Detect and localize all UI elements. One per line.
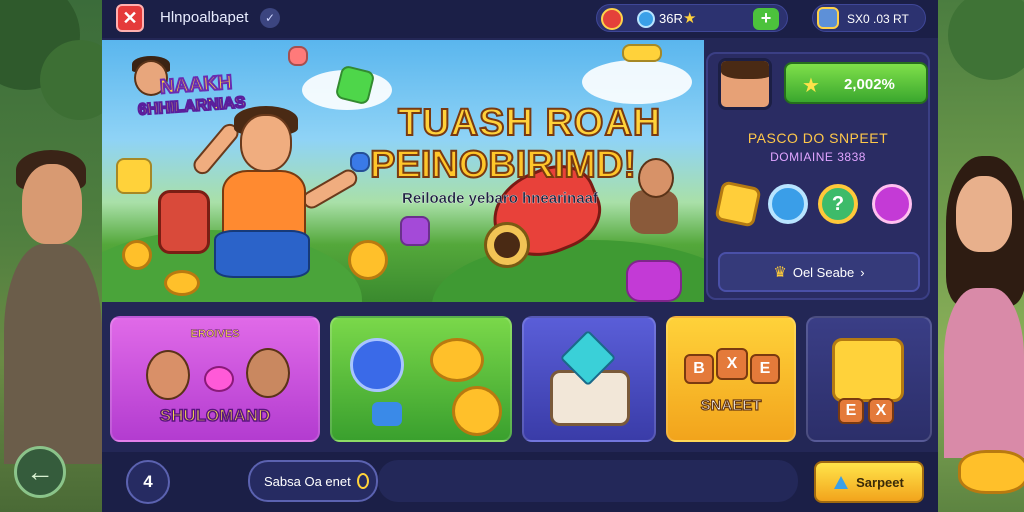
character-face xyxy=(956,176,1012,252)
close-icon: ✕ xyxy=(122,7,138,28)
search-field-label: Sabsa Oa enet xyxy=(264,473,351,489)
reward-gold-icon[interactable] xyxy=(714,180,762,228)
gem-icon xyxy=(637,10,655,28)
gem-gold xyxy=(622,44,662,62)
tile-orb xyxy=(350,338,404,392)
tile-crate: E xyxy=(750,354,780,384)
arrow-left-icon: ← xyxy=(26,456,54,487)
profile-pill[interactable]: SX0 .03 RT xyxy=(812,4,926,32)
score-badge: ★ 2,002% xyxy=(784,62,928,104)
hero-face xyxy=(240,114,292,172)
card-subtitle: DOMIAINE 3838 xyxy=(770,150,866,164)
triangle-icon xyxy=(834,475,849,489)
coin xyxy=(348,240,388,280)
tile-crate: X xyxy=(868,398,894,424)
coin xyxy=(122,240,152,270)
tile-crate: E xyxy=(838,398,864,424)
gem-purple xyxy=(400,216,430,246)
game-tile-3[interactable] xyxy=(522,316,656,442)
arrow-right-icon: › xyxy=(860,264,865,280)
currency-bar: 36R ★ + xyxy=(596,4,788,32)
tree-foliage xyxy=(948,0,1024,80)
tile-coin xyxy=(430,338,484,382)
rocket-core xyxy=(494,232,520,258)
star-icon: ★ xyxy=(802,75,820,97)
level-button[interactable]: 4 xyxy=(126,460,170,504)
banner-headline-2: PEINOBIRIMD! xyxy=(369,143,637,187)
card-action-button[interactable]: ♛ Oel Seabe › xyxy=(718,252,920,292)
bottom-bar: 4 Sabsa Oa enet Sarpeet xyxy=(102,452,938,512)
ring-icon xyxy=(356,473,369,489)
left-scenery xyxy=(0,0,102,512)
card-action-label: Oel Seabe xyxy=(792,264,855,280)
profile-icon xyxy=(817,7,839,29)
gem-gold xyxy=(116,158,152,194)
app-title: Hlnpoalbapet xyxy=(160,9,249,26)
character-body xyxy=(944,288,1024,458)
character-face xyxy=(22,164,82,244)
avatar-hair xyxy=(721,61,769,79)
logo-text-bottom: 6HHILARNIAS xyxy=(137,93,247,119)
tile-top-label: EROIVES xyxy=(190,328,240,341)
plus-icon: + xyxy=(760,8,772,28)
tile-cube xyxy=(832,338,904,402)
game-tile-4[interactable]: B X E SNAEET xyxy=(666,316,796,442)
hero-gadget xyxy=(158,190,210,254)
tile-character xyxy=(146,350,190,400)
crown-icon: ♛ xyxy=(773,264,787,281)
character-body xyxy=(4,244,102,464)
tile-gem xyxy=(372,402,402,426)
coin xyxy=(164,270,200,296)
star-icon: ★ xyxy=(683,10,697,27)
gem-purple xyxy=(626,260,682,302)
search-field[interactable]: Sabsa Oa enet xyxy=(248,460,378,502)
cloud xyxy=(582,60,692,104)
top-bar: ✕ Hlnpoalbapet ✓ 36R ★ + SX0 .03 RT xyxy=(102,0,938,38)
tile-bottom-label: SHULOMAND xyxy=(159,405,271,426)
coin-stack xyxy=(958,450,1024,494)
close-button[interactable]: ✕ xyxy=(116,4,144,32)
game-logo: NAAKH 6HHILARNIAS xyxy=(116,52,247,124)
tile-character xyxy=(246,348,290,398)
check-icon: ✓ xyxy=(260,8,280,28)
game-tile-2[interactable] xyxy=(330,316,512,442)
gem-blue xyxy=(350,152,370,172)
sidekick-face xyxy=(638,158,674,198)
score-value: 2,002% xyxy=(844,76,895,93)
reward-question-icon[interactable]: ? xyxy=(818,184,858,224)
hero-pants xyxy=(214,230,310,278)
hero-arm xyxy=(299,166,361,212)
profile-value: SX0 .03 RT xyxy=(847,12,909,26)
game-tile-1[interactable]: EROIVES SHULOMAND xyxy=(110,316,320,442)
play-button[interactable]: Sarpeet xyxy=(814,461,924,503)
back-button[interactable]: ← xyxy=(14,446,66,498)
tile-candy xyxy=(204,366,234,392)
hero-banner[interactable]: NAAKH 6HHILARNIAS TUASH ROAH PEINOBIRIMD… xyxy=(102,40,704,302)
gem-red xyxy=(288,46,308,66)
banner-subline: Reiloade yebaro hnearinaaf xyxy=(402,190,598,207)
game-panel: ✕ Hlnpoalbapet ✓ 36R ★ + SX0 .03 RT NAAK… xyxy=(102,0,938,512)
ruby-icon xyxy=(601,8,623,30)
tile-crate: X xyxy=(716,348,748,380)
currency-value: 36R xyxy=(659,11,683,26)
tile-bottom-label: SNAEET xyxy=(700,396,762,414)
reward-orb-icon[interactable] xyxy=(872,184,912,224)
avatar[interactable] xyxy=(718,58,772,110)
add-currency-button[interactable]: + xyxy=(753,8,779,30)
card-title: PASCO DO SNPEET xyxy=(747,130,889,146)
reward-ring-icon[interactable] xyxy=(768,184,808,224)
right-scenery xyxy=(938,0,1024,512)
search-track xyxy=(378,460,798,502)
game-tile-5[interactable]: E X xyxy=(806,316,932,442)
tile-coin xyxy=(452,386,502,436)
banner-headline-1: TUASH ROAH xyxy=(397,101,662,145)
tile-crate: B xyxy=(684,354,714,384)
player-card: ★ 2,002% PASCO DO SNPEET DOMIAINE 3838 ?… xyxy=(706,52,930,300)
play-label: Sarpeet xyxy=(856,474,904,490)
